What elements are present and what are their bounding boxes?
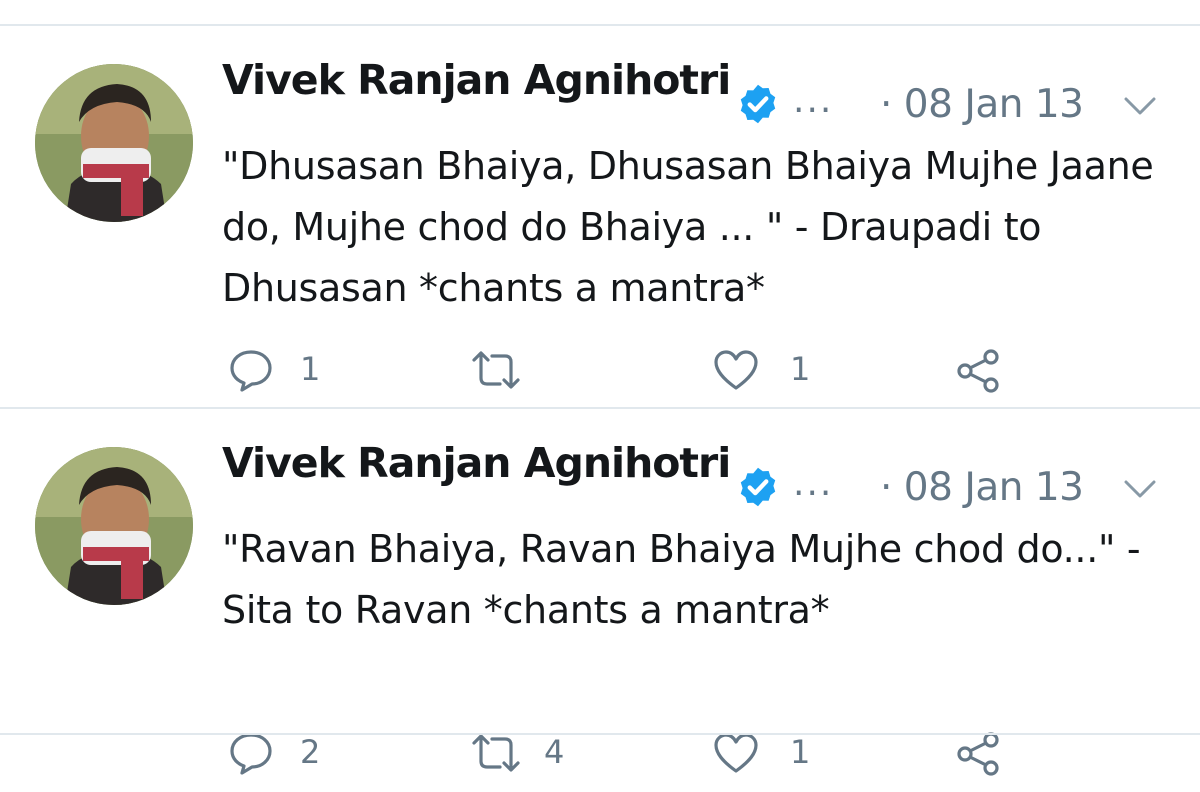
like-button[interactable]: 1 (712, 348, 812, 392)
tweet-date[interactable]: · 08 Jan 13 (880, 465, 1084, 510)
share-icon (957, 732, 999, 776)
retweet-button[interactable]: 4 (470, 731, 570, 775)
reply-button[interactable]: 1 (228, 348, 328, 392)
bottom-divider (0, 733, 1200, 735)
retweet-icon (472, 351, 520, 389)
verified-badge-icon (740, 467, 776, 507)
reply-count: 2 (300, 733, 321, 771)
author-name[interactable]: Vivek Ranjan Agnihotri (222, 439, 731, 487)
name-truncation-ellipsis: ... (793, 80, 834, 121)
tweet[interactable]: Vivek Ranjan Agnihotri ... · 08 Jan 13 "… (0, 26, 1200, 409)
like-count: 1 (790, 733, 811, 771)
avatar[interactable] (35, 447, 193, 605)
retweet-count: 4 (544, 733, 565, 771)
tweet-text: "Dhusasan Bhaiya, Dhusasan Bhaiya Mujhe … (222, 144, 1154, 310)
verified-badge-icon (740, 84, 776, 124)
tweet-date[interactable]: · 08 Jan 13 (880, 82, 1084, 127)
name-truncation-ellipsis: ... (793, 463, 834, 504)
like-icon (714, 350, 758, 390)
like-count: 1 (790, 350, 811, 388)
tweet-text: "Ravan Bhaiya, Ravan Bhaiya Mujhe chod d… (222, 527, 1141, 632)
share-icon (957, 349, 999, 393)
like-button[interactable]: 1 (712, 731, 812, 775)
author-name[interactable]: Vivek Ranjan Agnihotri (222, 56, 731, 104)
reply-count: 1 (300, 350, 321, 388)
like-icon (714, 733, 758, 773)
retweet-button[interactable] (470, 348, 570, 392)
reply-icon (230, 733, 272, 775)
reply-button[interactable]: 2 (228, 731, 328, 775)
share-button[interactable] (955, 348, 1005, 393)
reply-icon (230, 350, 272, 392)
chevron-down-icon[interactable] (1123, 94, 1157, 118)
avatar[interactable] (35, 64, 193, 222)
share-button[interactable] (955, 731, 1005, 776)
chevron-down-icon[interactable] (1123, 477, 1157, 501)
retweet-icon (472, 734, 520, 772)
